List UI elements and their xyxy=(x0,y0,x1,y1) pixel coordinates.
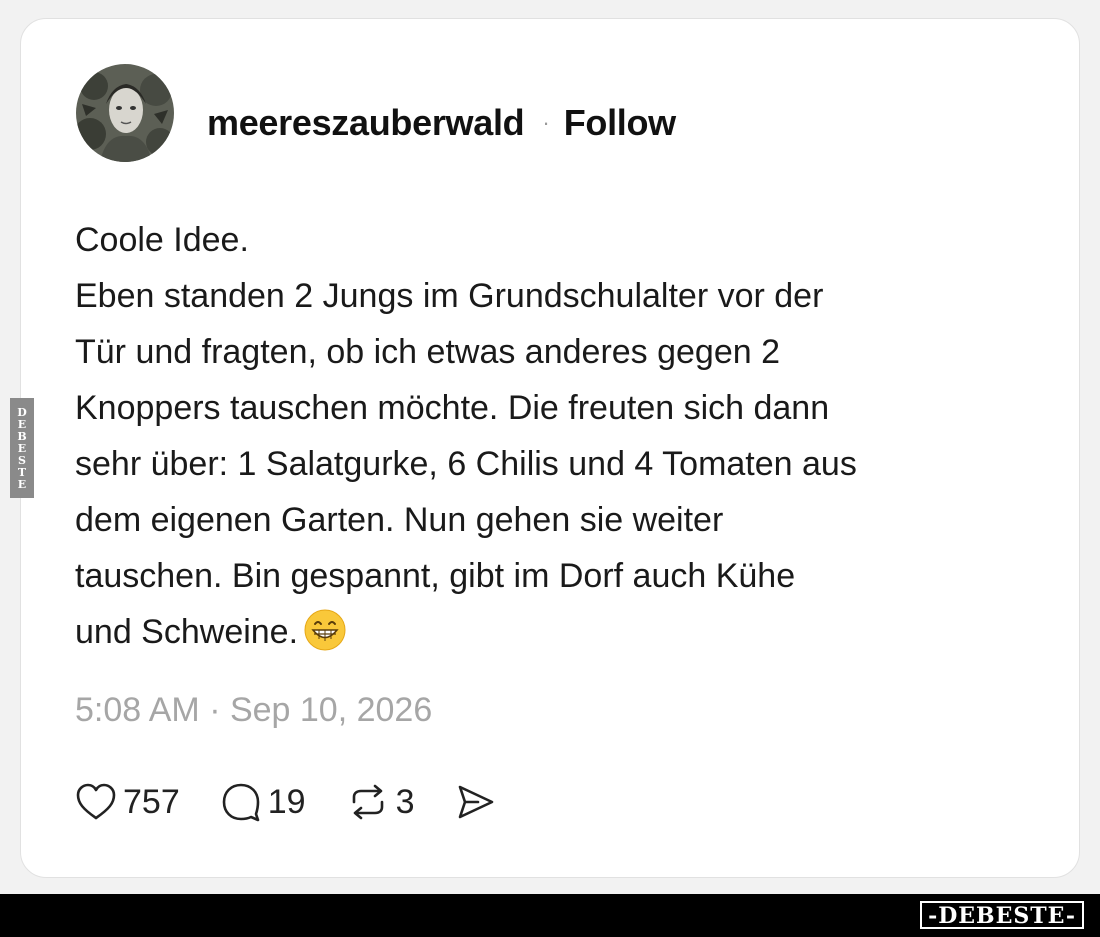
post-text-line: dem eigenen Garten. Nun gehen sie weiter xyxy=(75,501,724,539)
grinning-face-emoji-icon xyxy=(304,609,346,651)
repost-button[interactable]: 3 xyxy=(346,782,415,822)
like-button[interactable]: 757 xyxy=(75,782,180,822)
post-text-line: Coole Idee. xyxy=(75,221,249,259)
share-button[interactable] xyxy=(454,782,496,822)
repost-icon xyxy=(346,782,390,822)
username[interactable]: meereszauberwald xyxy=(207,102,525,144)
post-text-line: Tür und fragten, ob ich etwas anderes ge… xyxy=(75,333,781,371)
post-text-line: sehr über: 1 Salatgurke, 6 Chilis und 4 … xyxy=(75,445,857,483)
avatar[interactable] xyxy=(76,64,174,162)
comment-button[interactable]: 19 xyxy=(220,781,306,823)
post-timestamp: 5:08 AM · Sep 10, 2026 xyxy=(75,691,433,729)
follow-button[interactable]: Follow xyxy=(564,102,676,144)
post-text-line: Eben standen 2 Jungs im Grundschulalter … xyxy=(75,277,824,315)
post-text-line: tauschen. Bin gespannt, gibt im Dorf auc… xyxy=(75,557,796,595)
heart-icon xyxy=(75,782,117,822)
post-text-last-line: und Schweine. xyxy=(75,604,1035,660)
separator-dot: · xyxy=(542,110,550,135)
post-card: meereszauberwald · Follow Coole Idee. Eb… xyxy=(20,18,1080,878)
comment-bubble-icon xyxy=(220,781,262,823)
post-header: meereszauberwald · Follow xyxy=(207,99,676,147)
post-text-line: Knoppers tauschen möchte. Die freuten si… xyxy=(75,389,830,427)
repost-count: 3 xyxy=(395,782,415,821)
send-icon xyxy=(454,782,496,822)
side-watermark: DEBESTE xyxy=(10,398,34,498)
bottom-watermark: -DEBESTE- xyxy=(920,901,1084,929)
action-bar: 757 19 3 xyxy=(75,777,536,827)
bottom-bar: -DEBESTE- xyxy=(0,894,1100,937)
comment-count: 19 xyxy=(267,782,306,821)
post-text: Coole Idee. Eben standen 2 Jungs im Grun… xyxy=(75,212,1035,660)
post-text-line: und Schweine. xyxy=(75,613,299,651)
like-count: 757 xyxy=(123,782,180,821)
